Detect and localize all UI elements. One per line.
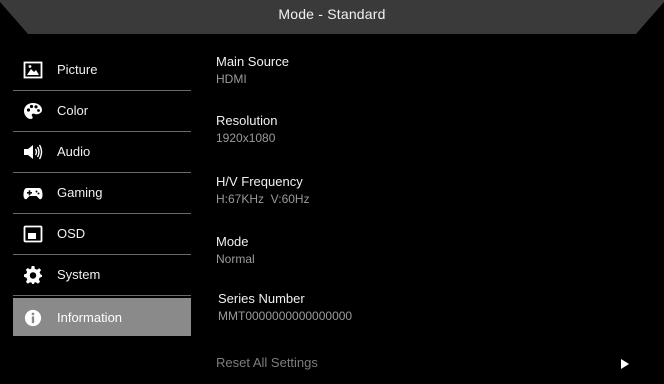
hv-frequency-field: H/V Frequency H:67KHz V:60Hz [216,174,310,206]
main-source-field: Main Source HDMI [216,54,289,86]
osd-menu: Mode - Standard Picture Color Audio Gami… [0,0,664,384]
main-source-label: Main Source [216,54,289,69]
hv-frequency-value: H:67KHz V:60Hz [216,192,310,206]
resolution-field: Resolution 1920x1080 [216,113,277,145]
sidebar-item-osd[interactable]: OSD [13,214,191,255]
sidebar-item-label: Picture [57,62,98,77]
series-number-value: MMT0000000000000000 [218,309,353,323]
sidebar-item-label: Gaming [57,185,103,200]
speaker-icon [24,144,43,160]
sidebar-item-label: OSD [57,226,86,241]
hv-frequency-label: H/V Frequency [216,174,303,189]
sidebar-item-gaming[interactable]: Gaming [13,173,191,214]
sidebar-item-system[interactable]: System [13,255,191,296]
sidebar-item-audio[interactable]: Audio [13,132,191,173]
info-icon [24,309,42,327]
resolution-label: Resolution [216,113,278,128]
sidebar-item-picture[interactable]: Picture [13,50,191,91]
mode-value: Normal [216,252,255,266]
sidebar-item-label: Audio [57,144,91,159]
palette-icon [24,103,42,119]
sidebar-item-label: Color [57,103,89,118]
sidebar-item-information[interactable]: Information [13,298,191,336]
mode-label: Mode [216,234,249,249]
picture-icon [23,61,43,79]
osd-icon [23,225,43,243]
reset-all-settings[interactable]: Reset All Settings [216,355,318,370]
play-arrow-icon[interactable] [620,358,630,370]
sidebar-item-color[interactable]: Color [13,91,191,132]
resolution-value: 1920x1080 [216,131,276,145]
gear-icon [24,266,42,284]
gamepad-icon [23,188,43,200]
sidebar-item-label: System [57,267,101,282]
main-source-value: HDMI [216,72,247,86]
sidebar-item-label: Information [57,310,123,325]
series-number-label: Series Number [218,291,305,306]
sidebar-menu: Picture Color Audio Gaming OSD System In… [13,50,191,336]
header-bar: Mode - Standard [0,0,664,34]
series-number-field: Series Number MMT0000000000000000 [218,291,352,323]
mode-field: Mode Normal [216,234,255,266]
mode-title: Mode - Standard [278,6,386,22]
